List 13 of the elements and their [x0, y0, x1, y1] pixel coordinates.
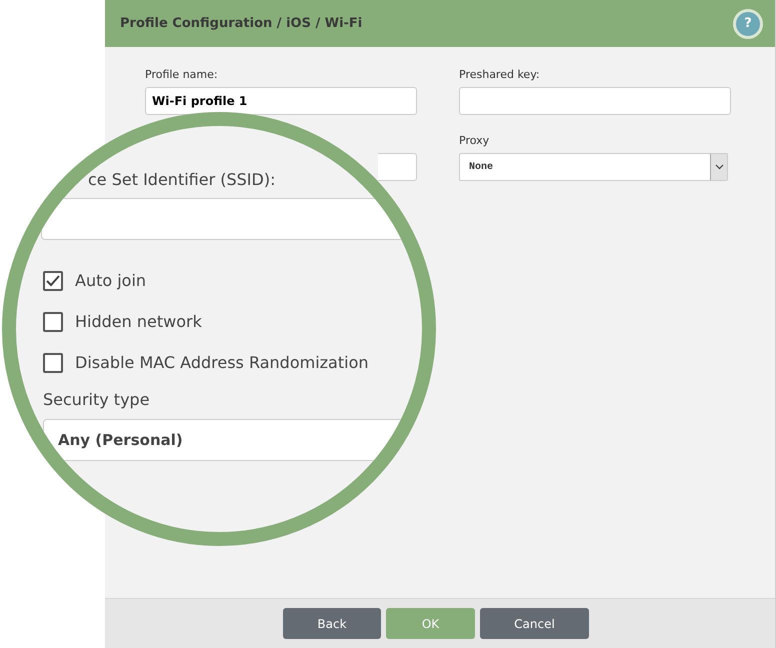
proxy-dropdown[interactable]: None	[459, 153, 728, 181]
dialog-button[interactable]: Back	[283, 608, 381, 639]
dialog-title: Profile Configuration / iOS / Wi-Fi	[120, 14, 362, 33]
field-label: Proxy	[459, 134, 490, 147]
field-label: Security type	[43, 389, 151, 411]
field-label: Profile name:	[145, 68, 219, 81]
checkbox-label: Auto join	[75, 270, 146, 292]
text-field[interactable]: Wi-Fi profile 1	[145, 87, 417, 115]
cancel-button[interactable]: Cancel	[480, 608, 589, 639]
checkbox-label: Hidden network	[75, 310, 202, 332]
field-label: Preshared key:	[459, 68, 541, 81]
field-label: ce Set Identifier (SSID):	[87, 169, 276, 191]
checkbox-label: Disable MAC Address Randomization	[75, 352, 369, 374]
